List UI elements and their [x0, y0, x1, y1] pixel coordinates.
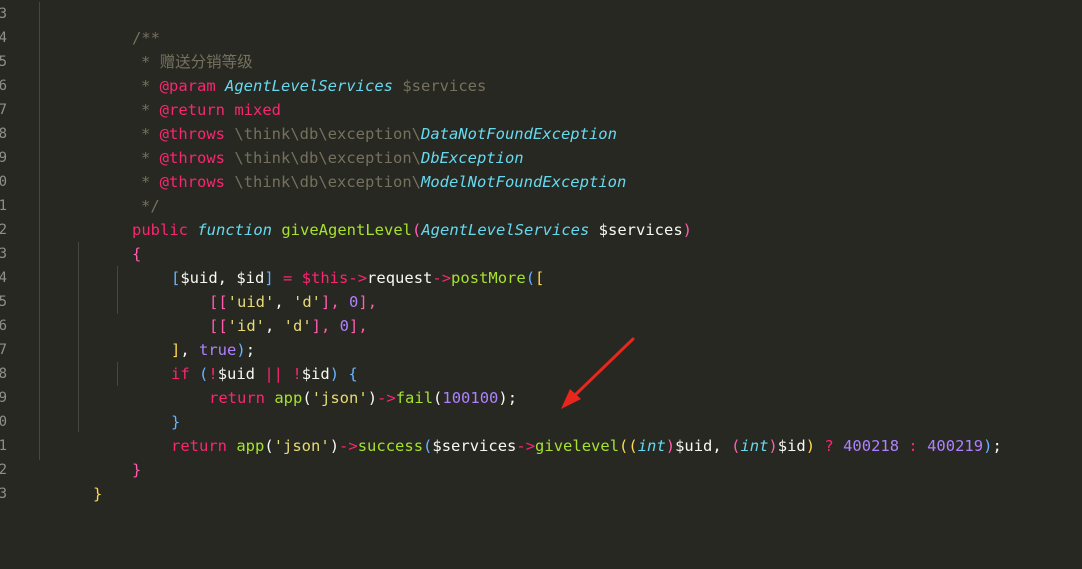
code-line: }: [37, 458, 102, 503]
code-line: * @return mixed: [85, 74, 281, 119]
method-call: success: [357, 437, 424, 455]
operator: ->: [339, 437, 358, 455]
brace-close: }: [93, 485, 103, 503]
variable: $uid: [675, 437, 713, 455]
paren: (: [264, 437, 274, 455]
paren: ((: [619, 437, 638, 455]
function-call: app: [236, 437, 265, 455]
number: 400219: [927, 437, 984, 455]
keyword-function: function: [197, 221, 272, 239]
number: 400218: [843, 437, 900, 455]
code-line: [['id', 'd'], 0],: [153, 290, 368, 335]
doc-throws-class: ModelNotFoundException: [420, 173, 627, 191]
code-line: return app('json')->fail(100100);: [153, 362, 517, 407]
doc-tag-throws: @throws: [159, 173, 225, 191]
code-line: * 赠送分销等级: [85, 26, 253, 71]
paren: ): [498, 389, 508, 407]
bracket: ],: [311, 317, 340, 335]
operator: ->: [516, 437, 536, 455]
cast-type: int: [740, 437, 769, 455]
keyword-return: return: [209, 389, 265, 407]
number: 100100: [442, 389, 499, 407]
bracket: [: [535, 269, 545, 287]
cast-type: int: [637, 437, 666, 455]
code-line: * @throws \think\db\exception\ModelNotFo…: [85, 146, 626, 191]
variable: $id: [777, 437, 806, 455]
string: 'd': [283, 317, 312, 335]
code-line: * @param AgentLevelServices $services: [85, 50, 486, 95]
operator: ->: [377, 389, 396, 407]
code-line: }: [76, 434, 141, 479]
bracket: ],: [349, 317, 368, 335]
code-line: */: [85, 170, 160, 215]
paren: (: [525, 269, 536, 287]
paren: ): [367, 389, 378, 407]
method-call: postMore: [451, 269, 526, 287]
code-line: public function giveAgentLevel(AgentLeve…: [76, 194, 692, 239]
function-call: app: [274, 389, 303, 407]
code-line: * @throws \think\db\exception\DbExceptio…: [85, 122, 524, 167]
paren: ): [805, 437, 816, 455]
punct: ,: [265, 317, 284, 335]
semicolon: ;: [992, 437, 1002, 455]
code-line: return app('json')->success($services->g…: [115, 410, 1002, 455]
param-type: AgentLevelServices: [421, 221, 590, 239]
code-line: if (!$uid || !$id) {: [115, 338, 358, 383]
code-line: /**: [76, 2, 160, 47]
code-line: ], true);: [115, 314, 255, 359]
semicolon: ;: [507, 389, 518, 407]
code-area[interactable]: /** * 赠送分销等级 * @param AgentLevelServices…: [0, 0, 1082, 569]
paren: ): [665, 437, 676, 455]
method-call: fail: [395, 389, 434, 407]
keyword-return: return: [171, 437, 227, 455]
operator-ternary: :: [899, 437, 928, 455]
paren: ): [768, 437, 778, 455]
string: 'json': [311, 389, 368, 407]
string: 'json': [273, 437, 330, 455]
paren: (: [731, 437, 741, 455]
paren: (: [412, 221, 422, 239]
paren: ): [682, 221, 693, 239]
operator: ->: [432, 269, 452, 287]
code-line: [$uid, $id] = $this->request->postMore([: [115, 242, 544, 287]
param-var: $services: [598, 221, 683, 239]
code-line: {: [76, 218, 141, 263]
paren: (: [302, 389, 312, 407]
punct: ,: [712, 437, 732, 455]
paren: (: [423, 437, 433, 455]
operator-ternary: ?: [815, 437, 844, 455]
brace-close: }: [132, 461, 142, 479]
method-call: givelevel: [535, 437, 620, 455]
doc-param-var: $services: [402, 77, 487, 95]
variable: $services: [432, 437, 517, 455]
doc-throws-namespace: \think\db\exception\: [234, 173, 421, 191]
code-line: }: [115, 386, 180, 431]
number: 0: [339, 317, 350, 335]
paren: ): [329, 437, 340, 455]
code-editor[interactable]: 3 4 5 6 7 8 9 0 1 2 3 4 5 6 7 8 9 0 1 2 …: [0, 0, 1082, 569]
paren: (: [433, 389, 443, 407]
code-line: * @throws \think\db\exception\DataNotFou…: [85, 98, 617, 143]
function-name: giveAgentLevel: [281, 221, 412, 239]
code-line: [['uid', 'd'], 0],: [153, 266, 377, 311]
